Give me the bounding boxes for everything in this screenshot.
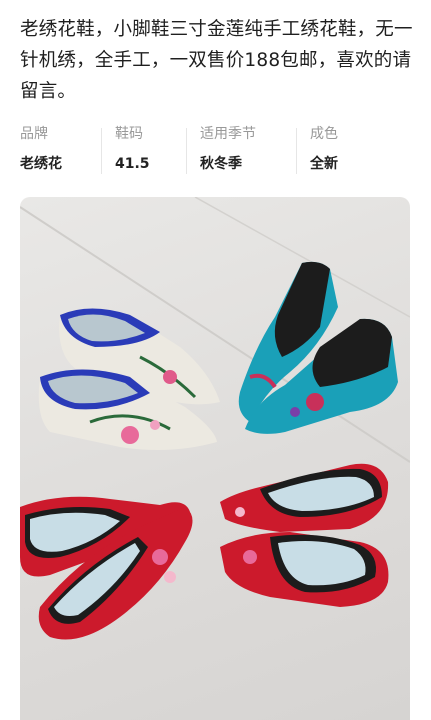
attribute-condition: 成色 全新	[296, 124, 394, 180]
product-photo[interactable]	[20, 197, 410, 720]
teal-shoe-pair	[238, 261, 398, 434]
attribute-season: 适用季节 秋冬季	[186, 124, 296, 180]
attribute-value: 老绣花	[20, 156, 62, 172]
attribute-label: 成色	[310, 126, 338, 142]
attribute-label: 品牌	[20, 126, 48, 142]
attribute-label: 鞋码	[115, 126, 143, 142]
white-shoe-pair	[38, 308, 220, 451]
attribute-size: 鞋码 41.5	[101, 124, 186, 180]
attribute-brand: 品牌 老绣花	[20, 124, 101, 180]
attribute-label: 适用季节	[200, 126, 256, 142]
red-shoe-pair-right	[220, 463, 389, 607]
embroidered-shoes-illustration	[20, 197, 410, 640]
attribute-value: 秋冬季	[200, 156, 242, 172]
attribute-value: 全新	[310, 156, 338, 172]
listing-description: 老绣花鞋，小脚鞋三寸金莲纯手工绣花鞋，无一针机绣，全手工，一双售价188包邮，喜…	[20, 19, 413, 102]
attribute-value: 41.5	[115, 156, 150, 172]
attribute-bar: 品牌 老绣花 鞋码 41.5 适用季节 秋冬季 成色 全新	[20, 124, 416, 180]
red-shoe-pair-left	[20, 496, 193, 640]
